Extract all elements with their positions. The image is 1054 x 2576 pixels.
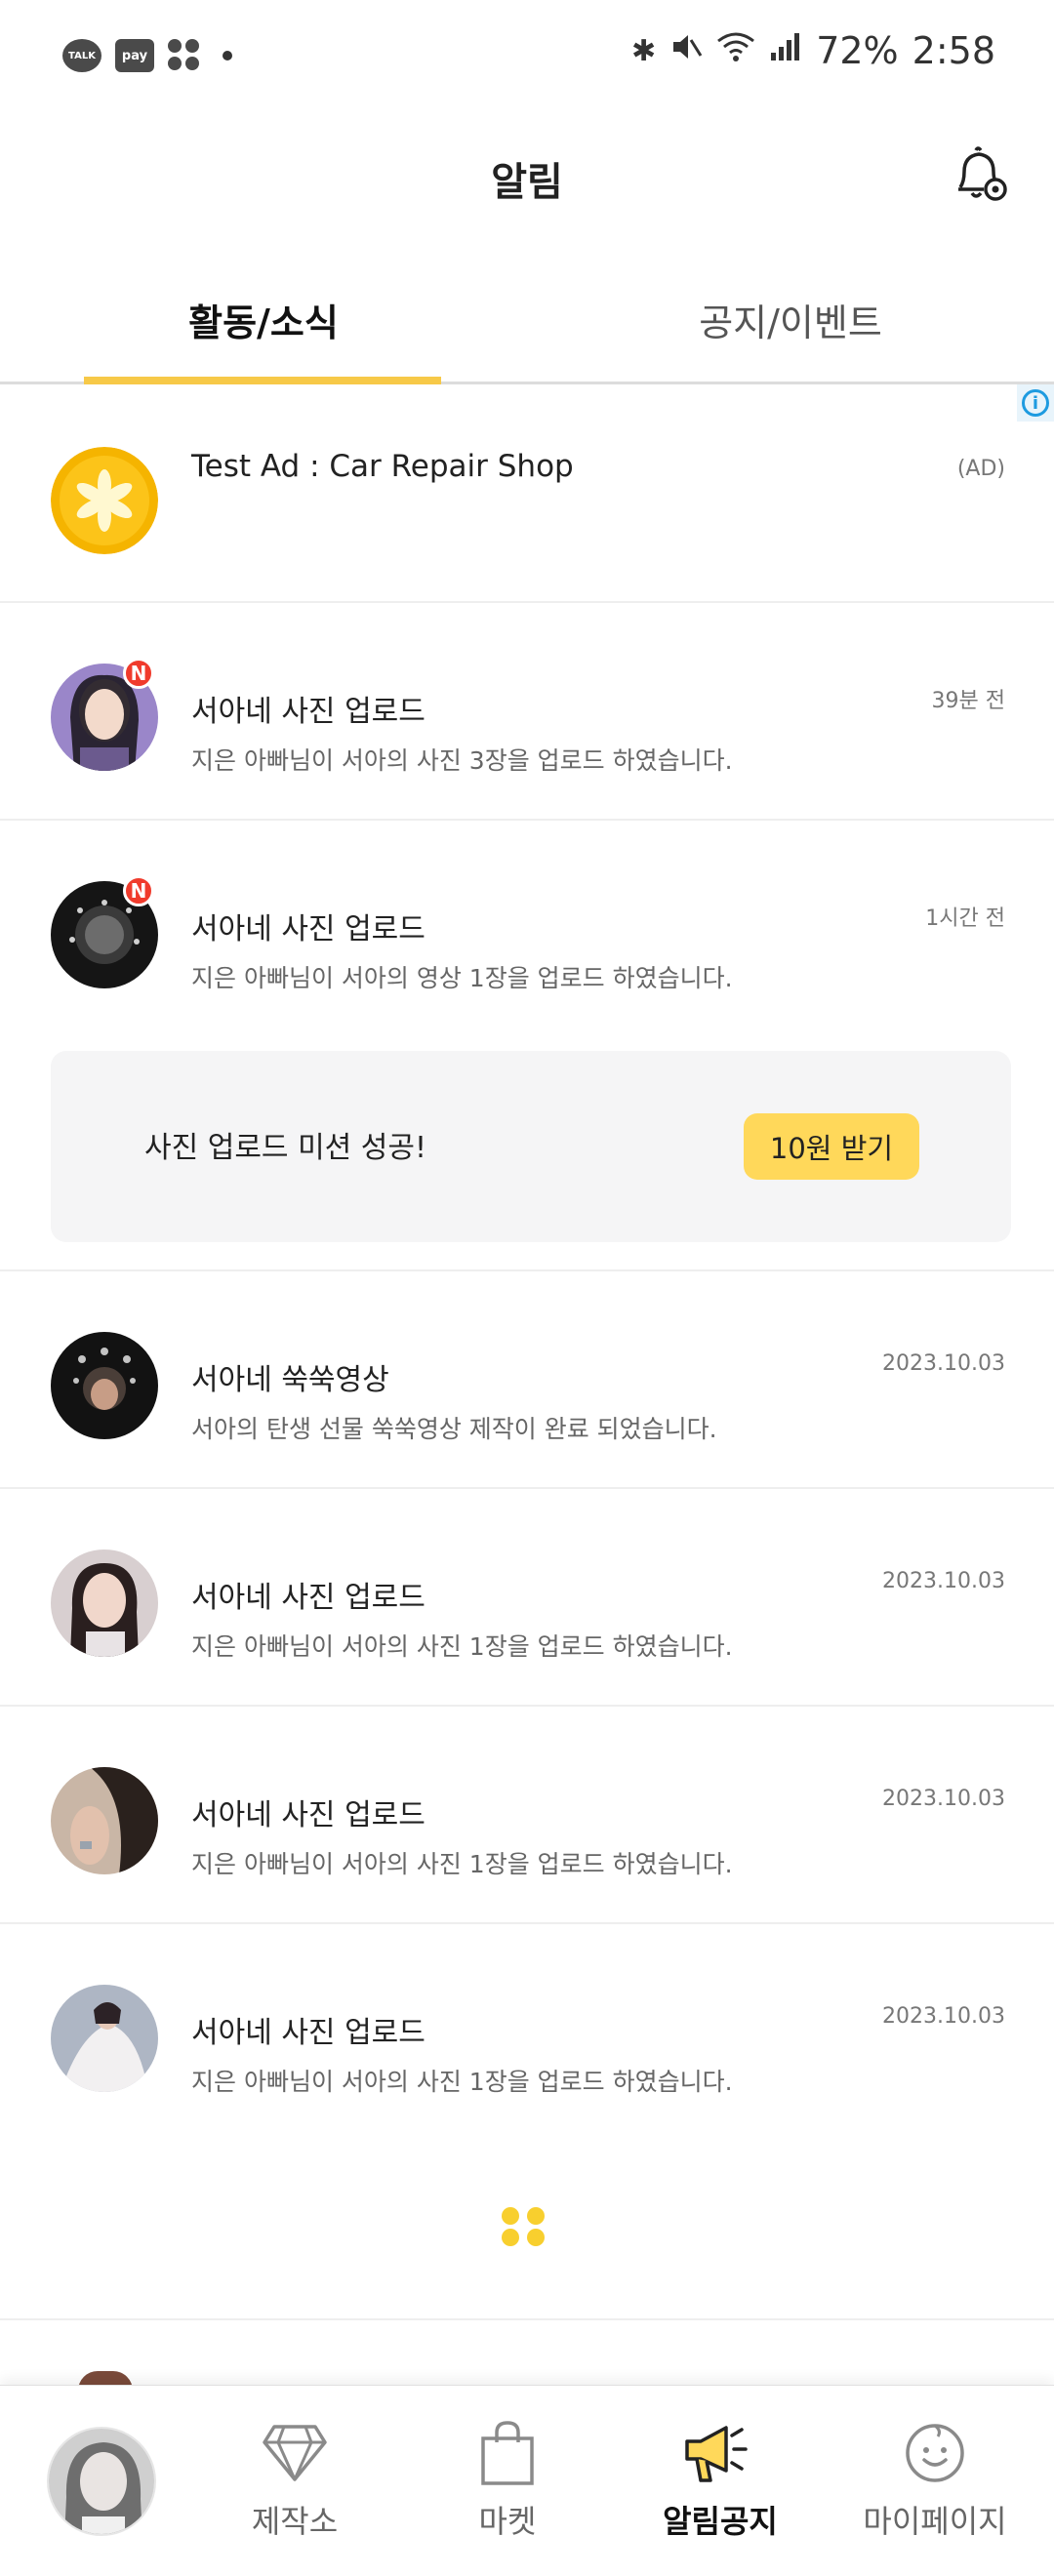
avatar <box>51 1985 158 2092</box>
ad-item[interactable]: Test Ad : Car Repair Shop (AD) i <box>0 384 1054 603</box>
notification-title: 서아네 쑥쑥영상 <box>191 1363 389 1397</box>
battery-level: 72% <box>816 29 899 72</box>
pay-icon: pay <box>115 39 154 72</box>
smiley-face-icon <box>906 2424 964 2482</box>
page-title: 알림 <box>491 160 563 205</box>
notification-time: 39분 전 <box>931 689 1005 713</box>
new-badge: N <box>123 875 154 906</box>
nav-label: 마이페이지 <box>863 2503 1007 2540</box>
notification-description: 지은 아빠님이 서아의 사진 1장을 업로드 하였습니다. <box>191 1632 733 1661</box>
info-icon: i <box>1022 389 1049 417</box>
notification-description: 지은 아빠님이 서아의 사진 3장을 업로드 하였습니다. <box>191 746 733 775</box>
notification-title: 서아네 사진 업로드 <box>191 2016 426 2050</box>
kakaotalk-icon: TALK <box>62 39 101 72</box>
ad-logo <box>51 447 158 554</box>
more-notifications-icon <box>223 51 232 60</box>
active-tab-indicator <box>84 377 441 384</box>
list-item[interactable]: 서아네 사진 업로드 지은 아빠님이 서아의 사진 1장을 업로드 하였습니다.… <box>0 1924 1054 2142</box>
claim-reward-button[interactable]: 10원 받기 <box>744 1113 919 1180</box>
notification-title: 서아네 사진 업로드 <box>191 912 426 946</box>
notification-time: 1시간 전 <box>925 906 1005 931</box>
notification-icons: TALK pay <box>62 39 232 72</box>
list-item[interactable]: N 서아네 사진 업로드 지은 아빠님이 서아의 영상 1장을 업로드 하였습니… <box>0 821 1054 1271</box>
avatar <box>51 1767 158 1874</box>
nav-market[interactable]: 마켓 <box>410 2415 605 2542</box>
list-item[interactable]: 서아네 사진 업로드 지은 아빠님이 서아의 사진 1장을 업로드 하였습니다.… <box>0 1707 1054 1924</box>
ad-info-button[interactable]: i <box>1017 384 1054 422</box>
profile-avatar-button[interactable] <box>47 2427 156 2536</box>
wifi-icon <box>716 31 755 70</box>
list-item[interactable]: 서아네 쑥쑥영상 서아의 탄생 선물 쑥쑥영상 제작이 완료 되었습니다. 20… <box>0 1271 1054 1489</box>
notification-title: 서아네 사진 업로드 <box>191 695 426 729</box>
notification-description: 지은 아빠님이 서아의 사진 1장을 업로드 하였습니다. <box>191 1850 733 1878</box>
diamond-icon <box>263 2425 327 2481</box>
notification-title: 서아네 사진 업로드 <box>191 1581 426 1615</box>
list-item[interactable]: N 서아네 사진 업로드 지은 아빠님이 서아의 사진 3장을 업로드 하였습니… <box>0 603 1054 821</box>
mission-text: 사진 업로드 미션 성공! <box>144 1131 427 1165</box>
bell-gear-icon <box>958 146 1007 201</box>
loading-indicator <box>502 2207 548 2246</box>
ad-label: (AD) <box>956 457 1005 481</box>
system-icons: ✱ 72% 2:58 <box>631 29 995 72</box>
notification-description: 지은 아빠님이 서아의 영상 1장을 업로드 하였습니다. <box>191 964 733 992</box>
notification-time: 2023.10.03 <box>882 1787 1005 1811</box>
shopping-bag-icon <box>481 2421 534 2485</box>
nav-notifications[interactable]: 알림공지 <box>623 2415 818 2542</box>
nav-mypage[interactable]: 마이페이지 <box>837 2415 1033 2542</box>
nav-label: 알림공지 <box>663 2503 778 2540</box>
mute-icon <box>669 30 703 71</box>
tab-activity-news[interactable]: 활동/소식 <box>0 293 527 346</box>
clock: 2:58 <box>912 29 995 72</box>
divider <box>0 2318 1054 2320</box>
notification-description: 지은 아빠님이 서아의 사진 1장을 업로드 하였습니다. <box>191 2068 733 2096</box>
tab-notice-events[interactable]: 공지/이벤트 <box>527 293 1054 346</box>
notification-description: 서아의 탄생 선물 쑥쑥영상 제작이 완료 되었습니다. <box>191 1415 717 1443</box>
notification-time: 2023.10.03 <box>882 1569 1005 1593</box>
notification-time: 2023.10.03 <box>882 2004 1005 2029</box>
nav-workshop[interactable]: 제작소 <box>197 2415 392 2542</box>
status-bar: TALK pay ✱ 72% 2:58 <box>0 0 1054 115</box>
megaphone-icon <box>685 2426 748 2482</box>
apps-icon <box>168 39 201 72</box>
app-header: 알림 <box>0 115 1054 232</box>
ad-title: Test Ad : Car Repair Shop <box>191 449 574 484</box>
notification-title: 서아네 사진 업로드 <box>191 1798 426 1832</box>
notification-settings-button[interactable] <box>949 142 1013 207</box>
nav-label: 마켓 <box>478 2503 537 2540</box>
bottom-navigation: 제작소 마켓 알림공지 마이페이지 <box>0 2385 1054 2576</box>
bluetooth-icon: ✱ <box>631 33 657 68</box>
signal-icon <box>769 31 802 70</box>
notification-time: 2023.10.03 <box>882 1351 1005 1376</box>
nav-label: 제작소 <box>251 2503 339 2540</box>
avatar <box>51 1550 158 1657</box>
avatar <box>51 1332 158 1439</box>
list-item[interactable]: 서아네 사진 업로드 지은 아빠님이 서아의 사진 1장을 업로드 하였습니다.… <box>0 1489 1054 1707</box>
tab-bar: 활동/소식 공지/이벤트 <box>0 263 1054 384</box>
new-badge: N <box>123 658 154 689</box>
notification-list: Test Ad : Car Repair Shop (AD) i N 서아네 사… <box>0 384 1054 2142</box>
mission-card: 사진 업로드 미션 성공! 10원 받기 <box>51 1051 1011 1242</box>
